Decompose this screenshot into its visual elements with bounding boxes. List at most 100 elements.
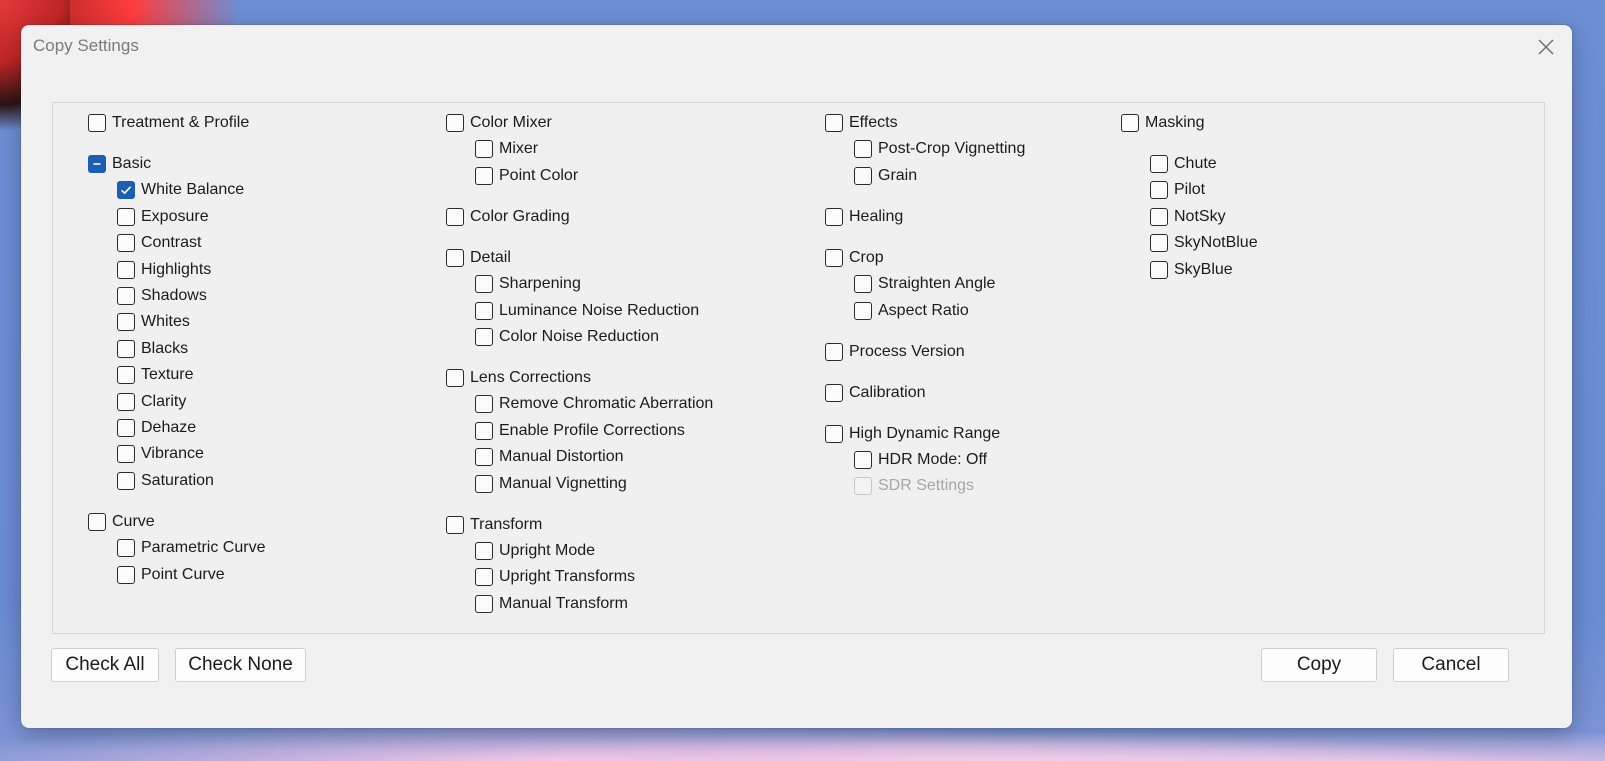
checkbox-sdr-settings: SDR Settings: [854, 475, 974, 497]
check-all-button[interactable]: Check All: [51, 648, 159, 682]
close-icon: [1538, 39, 1554, 55]
checkbox-label: SkyBlue: [1174, 260, 1233, 278]
checkbox-box: [854, 451, 872, 469]
checkbox-exposure[interactable]: Exposure: [117, 206, 209, 228]
cancel-button[interactable]: Cancel: [1393, 648, 1509, 682]
checkbox-point-color[interactable]: Point Color: [475, 165, 578, 187]
checkbox-point-curve[interactable]: Point Curve: [117, 564, 225, 586]
close-button[interactable]: [1532, 33, 1560, 61]
checkbox-healing[interactable]: Healing: [825, 206, 903, 228]
checkbox-box: [854, 166, 872, 185]
checkbox-highlights[interactable]: Highlights: [117, 259, 211, 281]
checkbox-post-crop-vignetting[interactable]: Post-Crop Vignetting: [854, 138, 1025, 160]
checkbox-mixer[interactable]: Mixer: [475, 138, 538, 160]
checkbox-shadows[interactable]: Shadows: [117, 285, 207, 307]
checkbox-transform[interactable]: Transform: [446, 514, 542, 536]
checkbox-label: Highlights: [141, 260, 212, 278]
checkbox-detail[interactable]: Detail: [446, 247, 511, 269]
checkbox-luminance-noise-reduction[interactable]: Luminance Noise Reduction: [475, 300, 699, 322]
checkbox-manual-transform[interactable]: Manual Transform: [475, 593, 628, 615]
checkbox-box: [446, 515, 464, 534]
checkbox-box: [854, 301, 872, 320]
checkbox-upright-mode[interactable]: Upright Mode: [475, 540, 595, 562]
checkbox-label: Contrast: [141, 234, 202, 252]
checkbox-box: [1150, 207, 1168, 226]
checkbox-label: Color Mixer: [470, 114, 552, 131]
checkbox-label: Mixer: [499, 140, 539, 158]
checkbox-box: [117, 366, 135, 385]
checkbox-box: [117, 539, 135, 558]
checkbox-clarity[interactable]: Clarity: [117, 391, 186, 413]
copy-settings-dialog: Copy Settings Treatment & Profile Basic Wh…: [21, 25, 1572, 728]
checkbox-label: Crop: [849, 248, 884, 266]
checkbox-calibration[interactable]: Calibration: [825, 382, 925, 404]
copy-button[interactable]: Copy: [1261, 648, 1377, 682]
checkbox-box: [475, 568, 493, 587]
checkbox-hdr-mode-off[interactable]: HDR Mode: Off: [854, 449, 987, 471]
checkbox-treatment-profile[interactable]: Treatment & Profile: [88, 112, 249, 134]
checkbox-box: [1150, 234, 1168, 253]
checkbox-notsky[interactable]: NotSky: [1150, 206, 1226, 228]
checkbox-box: [117, 313, 135, 332]
checkbox-box: [117, 392, 135, 411]
checkbox-box: [475, 301, 493, 320]
checkbox-label: Manual Transform: [499, 594, 628, 612]
checkbox-white-balance[interactable]: White Balance: [117, 179, 244, 201]
checkbox-pilot[interactable]: Pilot: [1150, 179, 1205, 201]
checkbox-label: Manual Distortion: [499, 448, 624, 466]
checkbox-skyblue[interactable]: SkyBlue: [1150, 259, 1233, 281]
checkbox-effects[interactable]: Effects: [825, 112, 898, 134]
checkbox-label: Remove Chromatic Aberration: [499, 395, 714, 413]
checkbox-label: Healing: [849, 207, 904, 225]
checkbox-box: [854, 140, 872, 159]
checkbox-label: White Balance: [141, 181, 245, 199]
checkbox-saturation[interactable]: Saturation: [117, 470, 214, 492]
checkbox-parametric-curve[interactable]: Parametric Curve: [117, 537, 265, 559]
checkbox-contrast[interactable]: Contrast: [117, 232, 201, 254]
checkbox-upright-transforms[interactable]: Upright Transforms: [475, 566, 635, 588]
checkbox-manual-vignetting[interactable]: Manual Vignetting: [475, 473, 627, 495]
checkmark-icon: [117, 181, 135, 200]
checkbox-box: [446, 248, 464, 267]
checkbox-label: Sharpening: [499, 275, 581, 293]
checkbox-blacks[interactable]: Blacks: [117, 338, 188, 360]
checkbox-box: [88, 114, 106, 132]
checkbox-label: Point Curve: [141, 565, 225, 583]
checkbox-color-mixer[interactable]: Color Mixer: [446, 112, 552, 134]
checkbox-box: [825, 383, 843, 402]
checkbox-skynotblue[interactable]: SkyNotBlue: [1150, 232, 1258, 254]
checkbox-box: [117, 565, 135, 584]
checkbox-box: [446, 207, 464, 226]
check-none-button[interactable]: Check None: [175, 648, 306, 682]
checkbox-label: Straighten Angle: [878, 275, 996, 293]
checkbox-lens-corrections[interactable]: Lens Corrections: [446, 367, 591, 389]
checkbox-color-grading[interactable]: Color Grading: [446, 206, 570, 228]
checkbox-process-version[interactable]: Process Version: [825, 341, 965, 363]
checkbox-sharpening[interactable]: Sharpening: [475, 273, 581, 295]
minus-icon: [88, 155, 106, 173]
checkbox-label: Shadows: [141, 287, 207, 304]
checkbox-curve[interactable]: Curve: [88, 511, 155, 533]
checkbox-basic[interactable]: Basic: [88, 153, 151, 175]
checkbox-masking[interactable]: Masking: [1121, 112, 1205, 134]
checkbox-straighten-angle[interactable]: Straighten Angle: [854, 273, 995, 295]
checkbox-chute[interactable]: Chute: [1150, 153, 1217, 175]
checkbox-manual-distortion[interactable]: Manual Distortion: [475, 446, 624, 468]
checkbox-whites[interactable]: Whites: [117, 311, 190, 333]
checkbox-texture[interactable]: Texture: [117, 364, 193, 386]
checkbox-remove-chromatic-aberration[interactable]: Remove Chromatic Aberration: [475, 393, 713, 415]
checkbox-label: Pilot: [1174, 181, 1206, 199]
checkbox-dehaze[interactable]: Dehaze: [117, 417, 196, 439]
checkbox-high-dynamic-range[interactable]: High Dynamic Range: [825, 423, 1000, 445]
checkbox-label: High Dynamic Range: [849, 424, 1001, 442]
checkbox-grain[interactable]: Grain: [854, 165, 917, 187]
checkbox-color-noise-reduction[interactable]: Color Noise Reduction: [475, 326, 659, 348]
checkbox-label: NotSky: [1174, 207, 1226, 225]
checkbox-box: [117, 471, 135, 490]
checkbox-vibrance[interactable]: Vibrance: [117, 443, 204, 465]
checkbox-label: Effects: [849, 114, 898, 131]
checkbox-aspect-ratio[interactable]: Aspect Ratio: [854, 300, 969, 322]
checkbox-box: [475, 395, 493, 414]
checkbox-crop[interactable]: Crop: [825, 247, 884, 269]
checkbox-enable-profile-corrections[interactable]: Enable Profile Corrections: [475, 420, 685, 442]
